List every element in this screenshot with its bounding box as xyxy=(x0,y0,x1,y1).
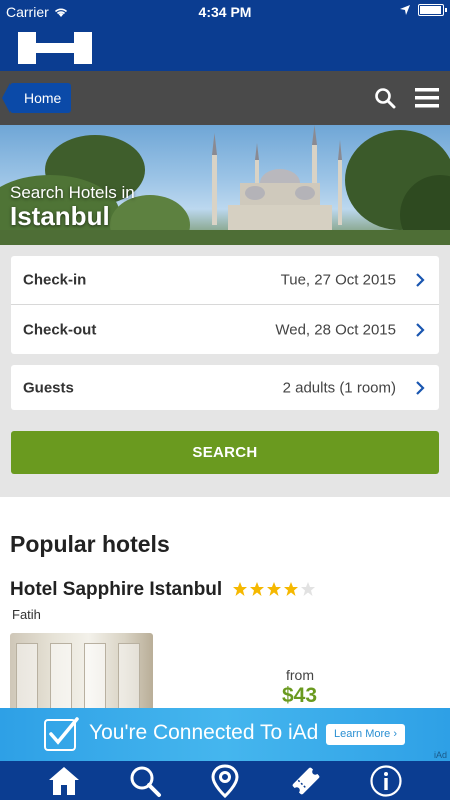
chevron-right-icon xyxy=(416,380,425,395)
status-bar: Carrier 4:34 PM xyxy=(0,0,450,24)
checkout-label: Check-out xyxy=(23,321,97,338)
star-empty-icon xyxy=(301,582,315,596)
photo-detail xyxy=(50,643,72,713)
hotel-star-rating xyxy=(232,581,316,597)
nav-bar: Home xyxy=(0,71,450,125)
hotel-name[interactable]: Hotel Sapphire Istanbul xyxy=(10,579,222,601)
location-arrow-icon xyxy=(400,5,410,15)
search-form: Check-in Tue, 27 Oct 2015 Check-out Wed,… xyxy=(0,245,450,497)
photo-detail xyxy=(118,643,140,713)
price-from-label: from xyxy=(286,667,314,683)
learn-more-button[interactable]: Learn More › xyxy=(326,724,405,745)
guests-card: Guests 2 adults (1 room) xyxy=(11,365,439,410)
checkout-value: Wed, 28 Oct 2015 xyxy=(275,321,396,338)
learn-more-label: Learn More xyxy=(334,728,391,740)
chevron-right-icon: › xyxy=(393,728,397,740)
checkin-row[interactable]: Check-in Tue, 27 Oct 2015 xyxy=(11,256,439,305)
menu-icon[interactable] xyxy=(415,87,439,109)
iad-banner[interactable]: You're Connected To iAd Learn More › iAd xyxy=(0,708,450,761)
star-filled-icon xyxy=(233,582,247,596)
location-pin-icon[interactable] xyxy=(208,764,242,798)
hotels-h-logo-icon xyxy=(18,32,92,64)
status-right xyxy=(400,4,447,16)
search-icon[interactable] xyxy=(128,764,162,798)
star-filled-icon xyxy=(284,582,298,596)
app-header xyxy=(0,24,450,71)
hotel-area: Fatih xyxy=(12,607,41,622)
ad-tag: iAd xyxy=(433,750,447,760)
checkin-label: Check-in xyxy=(23,271,87,289)
search-icon[interactable] xyxy=(374,87,396,109)
checkbox-check-icon xyxy=(44,717,79,751)
chevron-right-icon xyxy=(416,322,425,337)
checkout-row[interactable]: Check-out Wed, 28 Oct 2015 xyxy=(11,305,439,354)
guests-value: 2 adults (1 room) xyxy=(282,379,396,396)
tab-bar xyxy=(0,761,450,800)
hotel-price: $43 xyxy=(282,684,318,707)
ad-text: You're Connected To iAd xyxy=(89,721,319,744)
section-title: Popular hotels xyxy=(10,531,170,557)
star-filled-icon xyxy=(250,582,264,596)
hero-city: Istanbul xyxy=(10,201,110,231)
guests-label: Guests xyxy=(23,379,74,396)
home-button[interactable]: Home xyxy=(1,83,72,113)
search-button[interactable]: SEARCH xyxy=(11,431,439,474)
battery-icon xyxy=(418,4,447,16)
guests-row[interactable]: Guests 2 adults (1 room) xyxy=(11,365,439,410)
star-filled-icon xyxy=(267,582,281,596)
photo-detail xyxy=(16,643,38,713)
status-time: 4:34 PM xyxy=(198,4,252,20)
dates-card: Check-in Tue, 27 Oct 2015 Check-out Wed,… xyxy=(11,256,439,354)
photo-detail xyxy=(84,643,106,713)
popular-hotels-section: Popular hotels Hotel Sapphire Istanbul F… xyxy=(0,497,450,723)
checkin-value: Tue, 27 Oct 2015 xyxy=(280,271,396,289)
hero-subtitle: Search Hotels in xyxy=(10,183,135,202)
chevron-right-icon xyxy=(416,273,425,287)
ticket-icon[interactable] xyxy=(289,764,323,798)
home-icon[interactable] xyxy=(47,764,81,798)
hero-banner: Search Hotels in Istanbul xyxy=(0,125,450,245)
info-icon[interactable] xyxy=(369,764,403,798)
